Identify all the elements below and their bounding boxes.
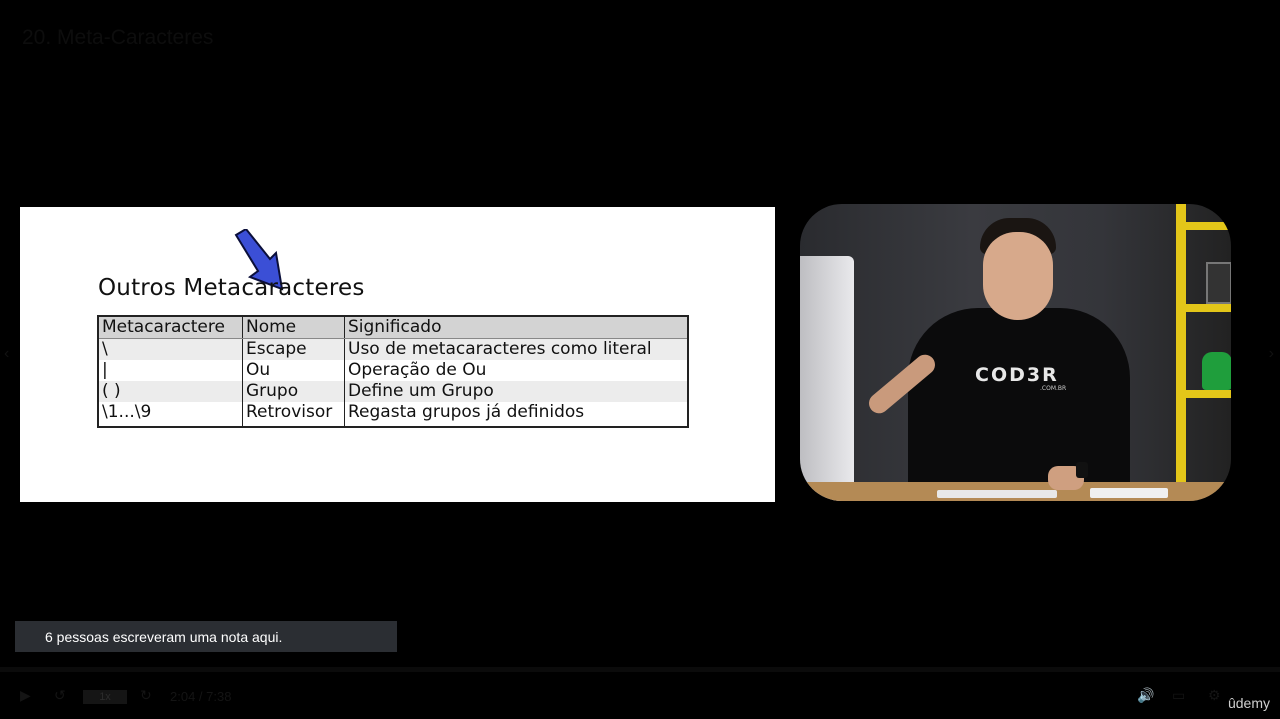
table-cell: Define um Grupo <box>344 381 689 402</box>
shelf-board <box>1176 304 1231 312</box>
shelf-board <box>1176 222 1231 230</box>
slide-heading: Outros Metacaracteres <box>98 275 365 301</box>
monitor <box>800 256 854 501</box>
settings-icon[interactable]: ⚙ <box>1208 687 1221 704</box>
table-cell: Ou <box>242 360 345 381</box>
lecture-title: 20. Meta-Caracteres <box>22 26 214 49</box>
head <box>983 232 1053 320</box>
rewind-icon[interactable]: ↺ <box>54 687 66 704</box>
table-row: \ Escape Uso de metacaracteres como lite… <box>97 338 689 360</box>
trackpad <box>1090 488 1168 498</box>
next-lecture-button[interactable]: › <box>1269 345 1274 363</box>
instructor-video: COD3R .COM.BR <box>800 204 1231 501</box>
table-cell: ( ) <box>97 381 243 402</box>
table-cell: Regasta grupos já definidos <box>344 402 689 427</box>
captions-icon[interactable]: ▭ <box>1172 687 1185 704</box>
play-icon[interactable]: ▶ <box>20 687 31 704</box>
column-header: Metacaractere <box>97 316 243 339</box>
table-cell: Retrovisor <box>242 402 345 427</box>
table-header-row: Metacaractere Nome Significado <box>97 316 689 339</box>
camera-prop <box>1206 262 1231 304</box>
previous-lecture-button[interactable]: ‹ <box>4 345 9 363</box>
progress-bar[interactable] <box>0 667 1280 672</box>
udemy-logo: ûdemy <box>1227 695 1270 711</box>
slide-panel: Outros Metacaracteres Metacaractere Nome… <box>20 207 775 502</box>
watch <box>1076 462 1088 478</box>
shirt-logo: COD3R <box>975 364 1059 386</box>
player-controls: ▶ ↺ 1x ↻ 2:04 / 7:38 🔊 ▭ ⚙ ûdemy <box>0 677 1280 719</box>
table-cell: Operação de Ou <box>344 360 689 381</box>
column-header: Nome <box>242 316 345 339</box>
table-cell: \ <box>97 338 243 360</box>
shelf <box>1176 204 1186 501</box>
table-cell: Uso de metacaracteres como literal <box>344 338 689 360</box>
time-display: 2:04 / 7:38 <box>170 689 232 704</box>
table-cell: \1...\9 <box>97 402 243 427</box>
table-row: | Ou Operação de Ou <box>97 360 689 381</box>
table-cell: Grupo <box>242 381 345 402</box>
table-cell: Escape <box>242 338 345 360</box>
plant-prop <box>1202 352 1231 390</box>
notes-banner-text: 6 pessoas escreveram uma nota aqui. <box>45 628 283 645</box>
table-row: \1...\9 Retrovisor Regasta grupos já def… <box>97 402 689 427</box>
table-row: ( ) Grupo Define um Grupo <box>97 381 689 402</box>
keyboard <box>937 490 1057 498</box>
forward-icon[interactable]: ↻ <box>140 687 152 704</box>
column-header: Significado <box>344 316 689 339</box>
playback-rate-button[interactable]: 1x <box>83 690 127 704</box>
volume-icon[interactable]: 🔊 <box>1137 687 1154 704</box>
shirt-logo-sub: .COM.BR <box>1040 385 1067 392</box>
table-cell: | <box>97 360 243 381</box>
shirt <box>908 308 1130 501</box>
notes-banner[interactable]: 6 pessoas escreveram uma nota aqui. <box>15 621 397 652</box>
metacharacters-table: Metacaractere Nome Significado \ Escape … <box>97 315 689 428</box>
shelf-board <box>1176 390 1231 398</box>
